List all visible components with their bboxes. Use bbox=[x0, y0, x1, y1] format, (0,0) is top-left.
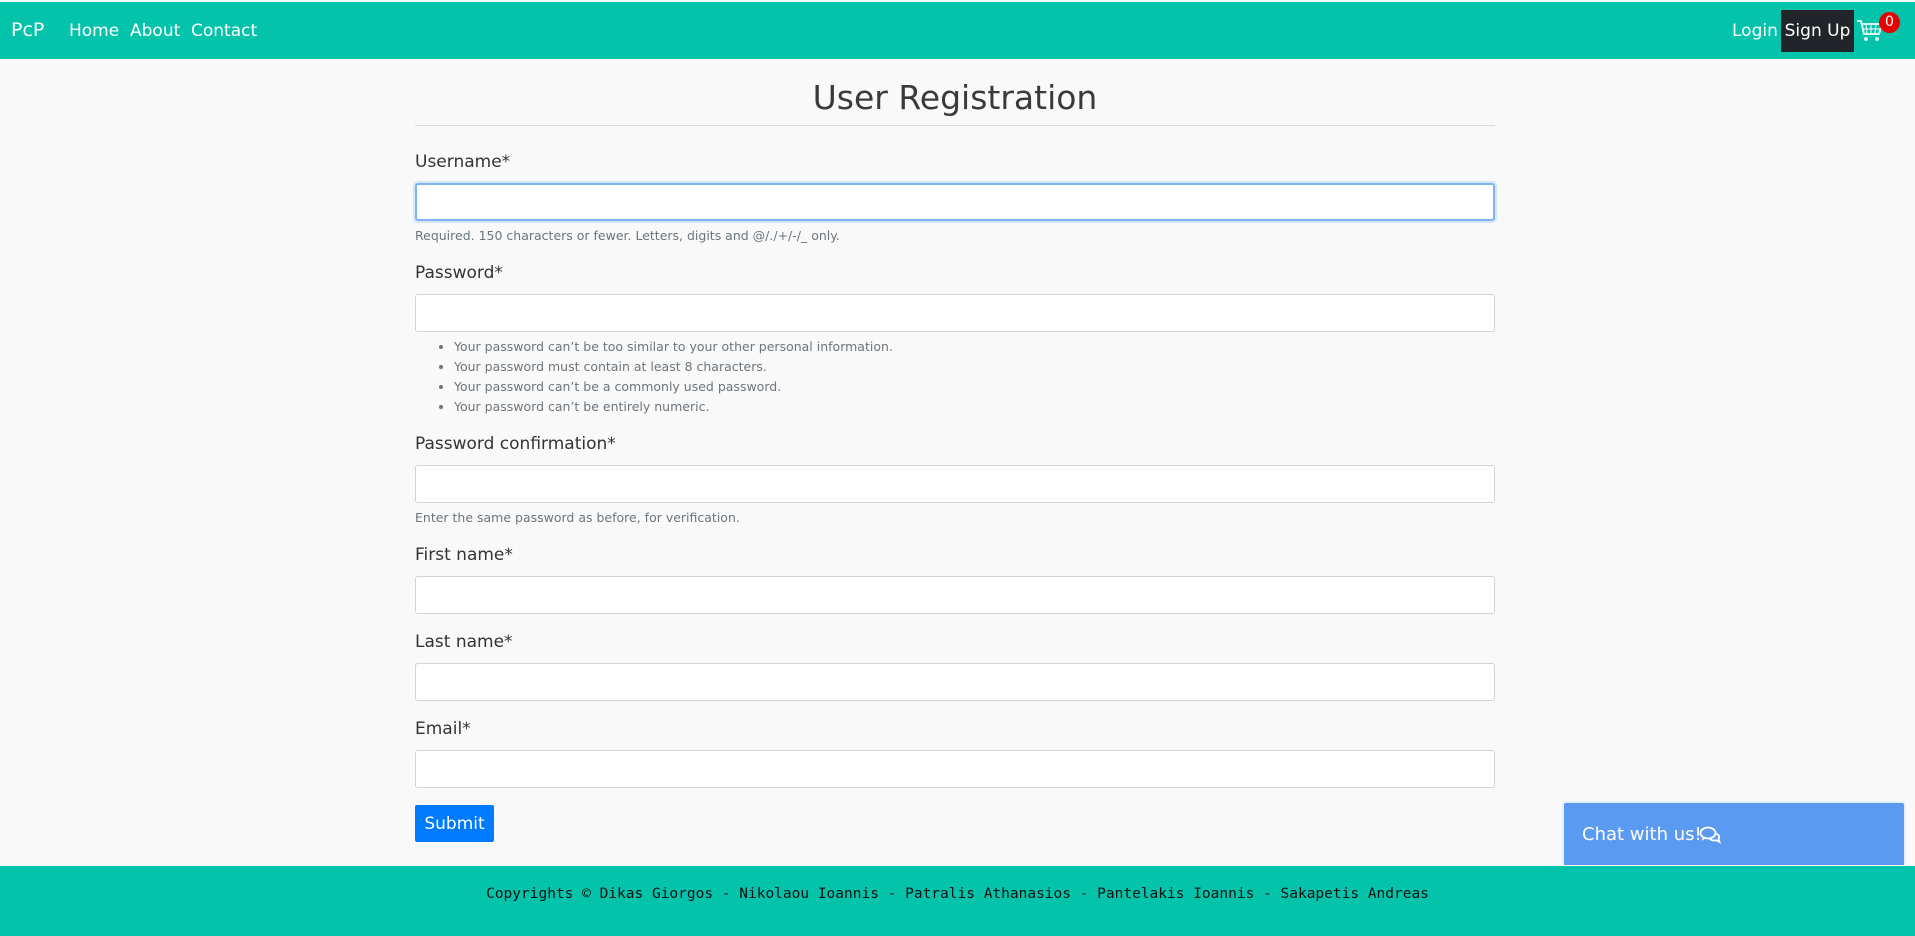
username-help: Required. 150 characters or fewer. Lette… bbox=[415, 228, 840, 243]
chat-bubbles-icon bbox=[1699, 826, 1721, 844]
email-input[interactable] bbox=[415, 750, 1495, 788]
brand-logo[interactable]: PcP bbox=[11, 19, 44, 41]
password-rule: Your password can’t be a commonly used p… bbox=[454, 377, 893, 397]
chat-label: Chat with us! bbox=[1582, 824, 1702, 845]
password-rule: Your password can’t be too similar to yo… bbox=[454, 337, 893, 357]
username-input[interactable] bbox=[415, 183, 1495, 221]
last-name-input[interactable] bbox=[415, 663, 1495, 701]
submit-button[interactable]: Submit bbox=[415, 805, 494, 842]
password-rule: Your password must contain at least 8 ch… bbox=[454, 357, 893, 377]
page-title: User Registration bbox=[812, 78, 1098, 117]
password-confirmation-label: Password confirmation* bbox=[415, 434, 616, 454]
login-link[interactable]: Login bbox=[1732, 21, 1778, 41]
title-divider bbox=[415, 125, 1495, 126]
first-name-input[interactable] bbox=[415, 576, 1495, 614]
password-rule: Your password can’t be entirely numeric. bbox=[454, 397, 893, 417]
cart-count-badge: 0 bbox=[1879, 12, 1900, 33]
password-input[interactable] bbox=[415, 294, 1495, 332]
email-label: Email* bbox=[415, 719, 471, 739]
last-name-label: Last name* bbox=[415, 632, 513, 652]
chat-widget-button[interactable]: Chat with us! bbox=[1562, 801, 1906, 865]
footer-copyright: Copyrights © Dikas Giorgos - Nikolaou Io… bbox=[486, 886, 1429, 902]
password-confirmation-input[interactable] bbox=[415, 465, 1495, 503]
signup-button[interactable]: Sign Up bbox=[1781, 10, 1854, 52]
password-confirmation-help: Enter the same password as before, for v… bbox=[415, 510, 740, 525]
first-name-label: First name* bbox=[415, 545, 513, 565]
username-label: Username* bbox=[415, 152, 511, 172]
nav-home-link[interactable]: Home bbox=[69, 21, 119, 41]
password-label: Password* bbox=[415, 263, 503, 283]
password-rules-list: Your password can’t be too similar to yo… bbox=[415, 337, 893, 417]
footer: Copyrights © Dikas Giorgos - Nikolaou Io… bbox=[0, 866, 1915, 936]
nav-about-link[interactable]: About bbox=[130, 21, 180, 41]
nav-contact-link[interactable]: Contact bbox=[191, 21, 257, 41]
navbar: PcP Home About Contact Login Sign Up 0 bbox=[0, 2, 1915, 59]
